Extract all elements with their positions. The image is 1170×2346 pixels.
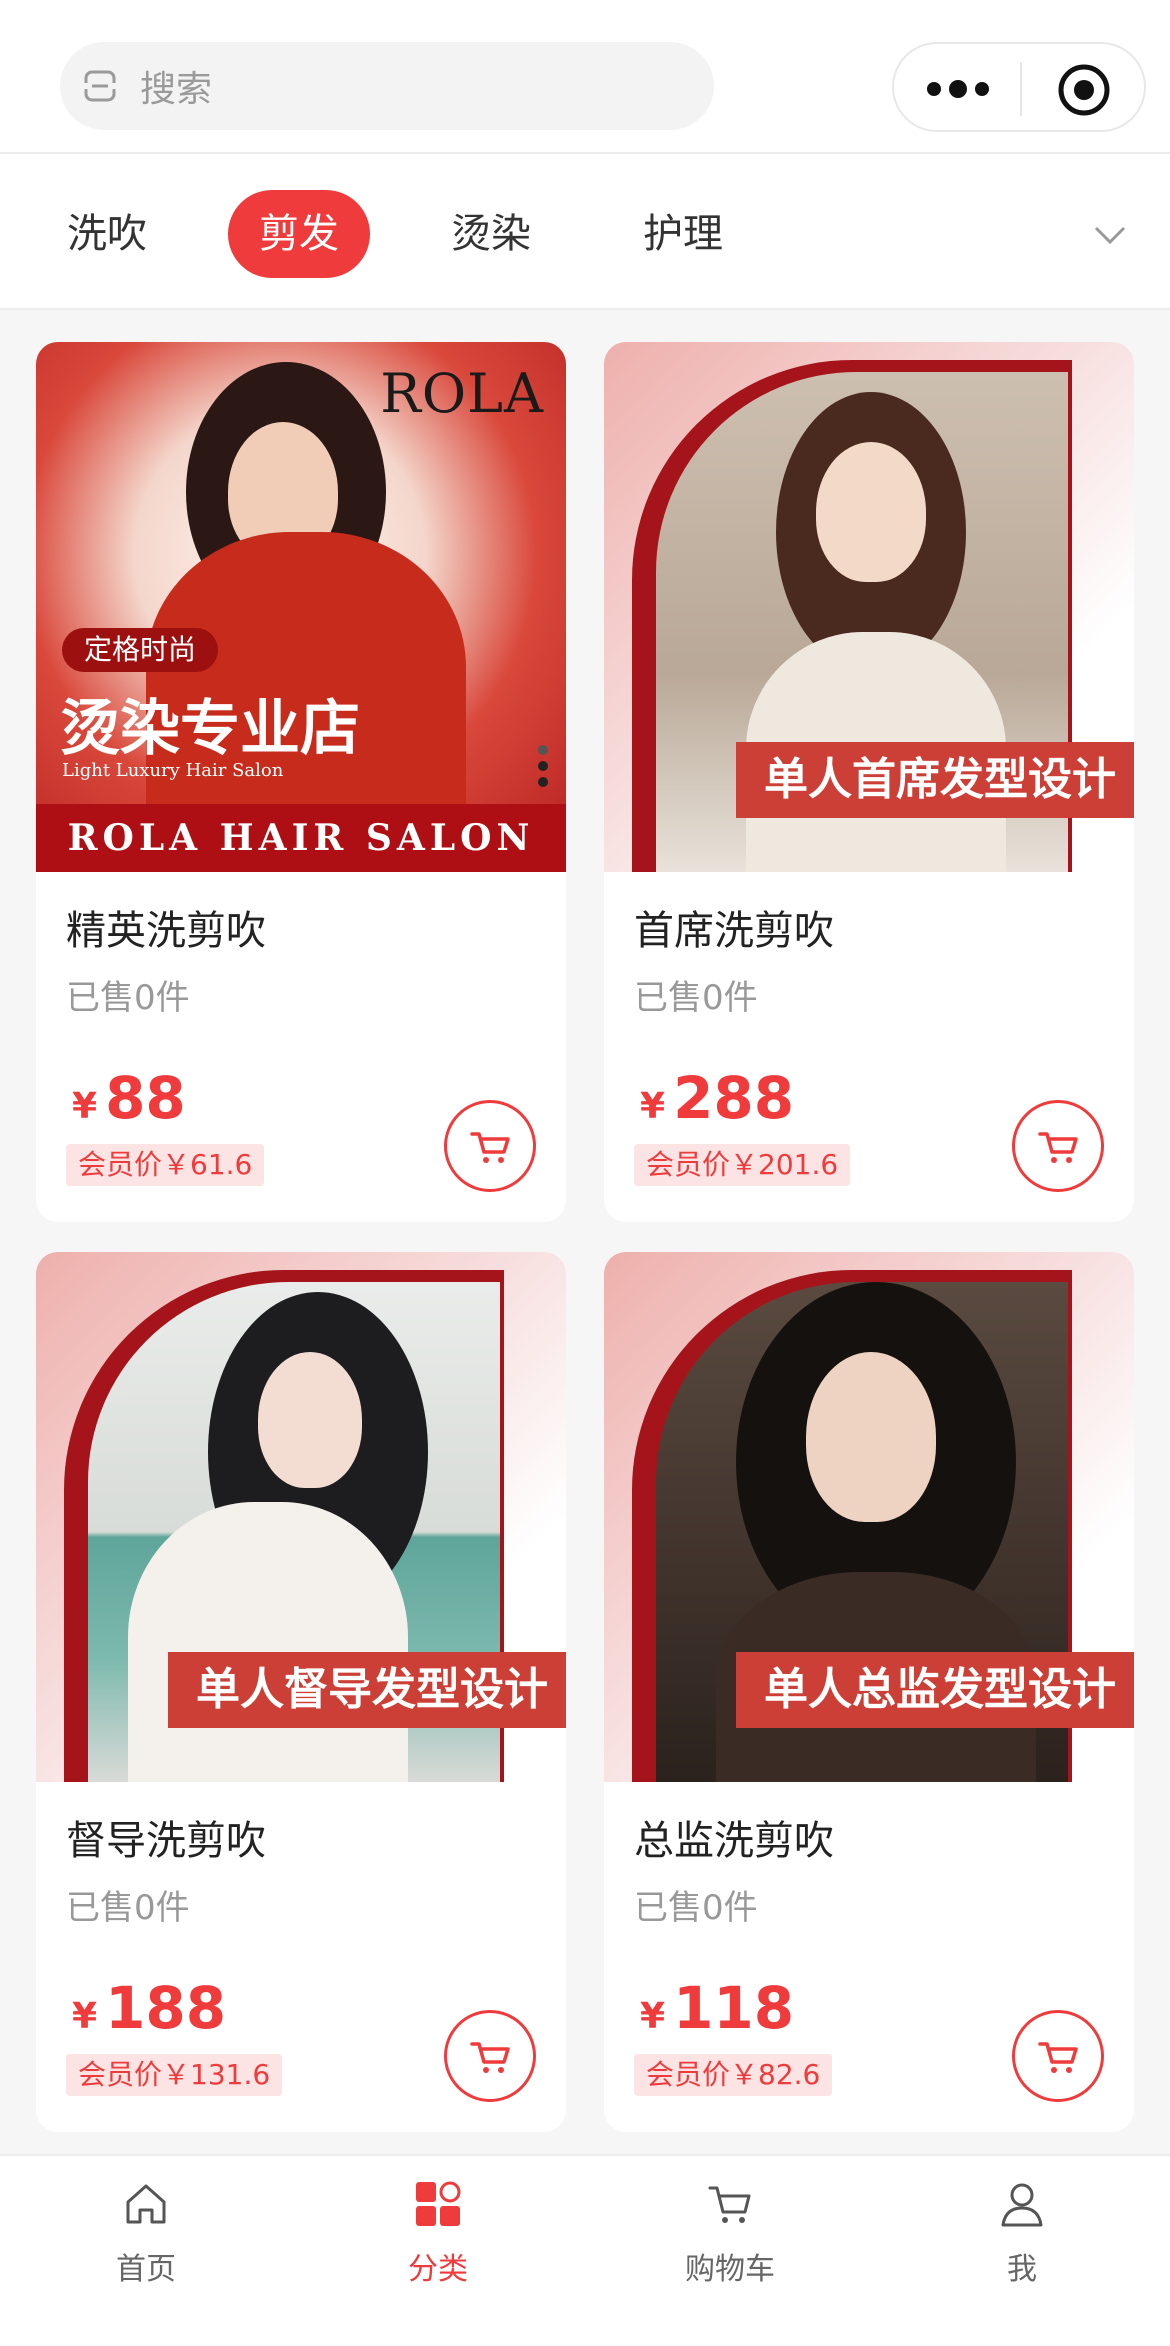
- poster-subtitle: Light Luxury Hair Salon: [62, 760, 284, 781]
- nav-category-label: 分类: [408, 2252, 468, 2287]
- currency-symbol: ¥: [640, 1996, 666, 2037]
- chevron-down-icon[interactable]: [1090, 214, 1130, 254]
- price-value: 288: [673, 1064, 795, 1132]
- home-icon: [126, 2184, 166, 2224]
- product-image[interactable]: ROLA 定格时尚 烫染专业店 Light Luxury Hair Salon …: [36, 342, 566, 872]
- product-name[interactable]: 首席洗剪吹: [634, 898, 834, 956]
- add-to-cart-button[interactable]: [1012, 1100, 1104, 1192]
- nav-cart[interactable]: 购物车: [630, 2178, 830, 2288]
- capsule-divider: [1020, 62, 1022, 116]
- cart-icon: [1038, 1132, 1078, 1163]
- product-price: ¥ 88: [72, 1064, 186, 1132]
- product-card[interactable]: 单人首席发型设计 首席洗剪吹 已售0件 ¥ 288 会员价￥201.6: [604, 342, 1134, 1222]
- brand-logo: ROLA: [380, 362, 544, 425]
- member-price-badge: 会员价￥131.6: [66, 2054, 283, 2096]
- sold-count: 已售0件: [66, 978, 190, 1018]
- scan-icon: [84, 70, 116, 102]
- poster-title: 烫染专业店: [60, 694, 360, 764]
- tab-care[interactable]: 护理: [618, 190, 748, 278]
- member-price-badge: 会员价￥61.6: [66, 1144, 265, 1186]
- cart-icon: [708, 2186, 751, 2223]
- page: 搜索 洗吹 剪发 烫染 护理 ROLA 定格时尚 烫染专业店 Light Lux…: [0, 0, 1170, 2346]
- product-card[interactable]: ROLA 定格时尚 烫染专业店 Light Luxury Hair Salon …: [36, 342, 566, 1222]
- poster-ribbon: 单人总监发型设计: [736, 1652, 1134, 1728]
- more-icon[interactable]: [922, 74, 994, 104]
- product-name[interactable]: 精英洗剪吹: [66, 898, 266, 956]
- poster-tag: 定格时尚: [62, 628, 219, 672]
- model-face: [258, 1352, 362, 1488]
- nav-cart-label: 购物车: [685, 2252, 775, 2287]
- product-name[interactable]: 督导洗剪吹: [66, 1808, 266, 1866]
- model-body: [128, 1502, 408, 1782]
- model-face: [816, 442, 926, 582]
- add-to-cart-button[interactable]: [1012, 2010, 1104, 2102]
- member-price-badge: 会员价￥82.6: [634, 2054, 833, 2096]
- nav-home-label: 首页: [116, 2252, 176, 2287]
- price-value: 188: [105, 1974, 227, 2042]
- mini-program-capsule: [892, 42, 1146, 132]
- tab-wash-blow[interactable]: 洗吹: [42, 190, 172, 278]
- sold-count: 已售0件: [634, 978, 758, 1018]
- cart-icon: [470, 1132, 510, 1163]
- add-to-cart-button[interactable]: [444, 2010, 536, 2102]
- currency-symbol: ¥: [72, 1996, 98, 2037]
- poster-band: ROLA HAIR SALON: [36, 804, 566, 872]
- category-icon: [416, 2181, 461, 2226]
- poster-dots: [538, 745, 548, 787]
- currency-symbol: ¥: [640, 1086, 666, 1127]
- product-price: ¥ 288: [640, 1064, 794, 1132]
- model-face: [806, 1352, 936, 1522]
- product-name[interactable]: 总监洗剪吹: [634, 1808, 834, 1866]
- cart-icon: [470, 2042, 510, 2073]
- member-price-badge: 会员价￥201.6: [634, 1144, 851, 1186]
- nav-me-label: 我: [1007, 2252, 1037, 2287]
- product-image[interactable]: 单人总监发型设计: [604, 1252, 1134, 1782]
- cart-icon: [1038, 2042, 1078, 2073]
- poster-ribbon: 单人首席发型设计: [736, 742, 1134, 818]
- product-price: ¥ 188: [72, 1974, 226, 2042]
- product-image[interactable]: 单人督导发型设计: [36, 1252, 566, 1782]
- bottom-nav: 首页 分类 购物车 我: [0, 2154, 1170, 2346]
- product-price: ¥ 118: [640, 1974, 794, 2042]
- sold-count: 已售0件: [66, 1888, 190, 1928]
- poster-ribbon: 单人督导发型设计: [168, 1652, 566, 1728]
- add-to-cart-button[interactable]: [444, 1100, 536, 1192]
- search-placeholder: 搜索: [140, 69, 213, 110]
- user-icon: [1001, 2183, 1043, 2227]
- price-value: 88: [105, 1064, 186, 1132]
- tab-haircut[interactable]: 剪发: [228, 190, 370, 278]
- product-image[interactable]: 单人首席发型设计: [604, 342, 1134, 872]
- product-card[interactable]: 单人总监发型设计 总监洗剪吹 已售0件 ¥ 118 会员价￥82.6: [604, 1252, 1134, 2132]
- currency-symbol: ¥: [72, 1086, 98, 1127]
- nav-category[interactable]: 分类: [338, 2178, 538, 2288]
- sold-count: 已售0件: [634, 1888, 758, 1928]
- price-value: 118: [673, 1974, 795, 2042]
- tab-perm-dye[interactable]: 烫染: [426, 190, 556, 278]
- close-target-icon[interactable]: [1056, 62, 1112, 118]
- top-bar: 搜索: [0, 0, 1170, 154]
- nav-home[interactable]: 首页: [46, 2178, 246, 2288]
- product-card[interactable]: 单人督导发型设计 督导洗剪吹 已售0件 ¥ 188 会员价￥131.6: [36, 1252, 566, 2132]
- category-tabs: 洗吹 剪发 烫染 护理: [0, 154, 1170, 310]
- search-input[interactable]: 搜索: [60, 42, 714, 130]
- nav-me[interactable]: 我: [922, 2178, 1122, 2288]
